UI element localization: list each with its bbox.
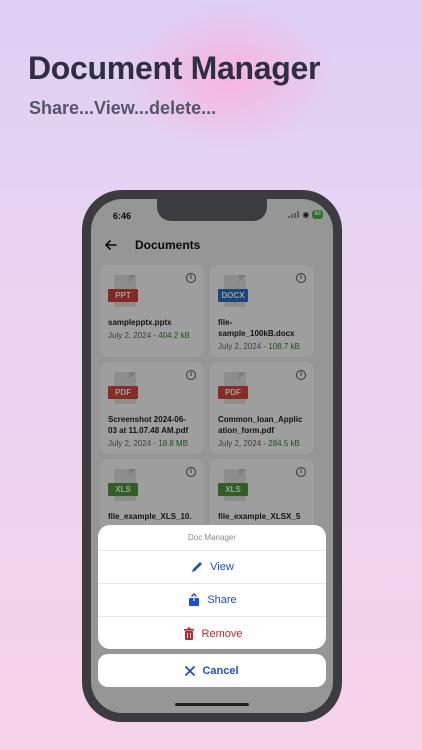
cancel-label: Cancel	[202, 664, 239, 677]
remove-label: Remove	[201, 627, 243, 640]
trash-icon	[183, 627, 194, 640]
share-icon	[189, 593, 200, 606]
home-indicator	[175, 703, 249, 706]
close-icon	[185, 665, 196, 676]
share-label: Share	[207, 594, 237, 606]
promo-subtitle: Share...View...delete...	[29, 98, 217, 118]
action-sheet-title: Doc Manager	[98, 525, 326, 551]
view-button[interactable]: View	[98, 551, 326, 584]
view-label: View	[210, 561, 234, 573]
action-sheet: Doc Manager View Share Remove	[98, 525, 326, 649]
pencil-icon	[192, 562, 203, 572]
phone-notch	[157, 199, 267, 221]
phone-frame: 6:46 ◉ 82 Documents PPT i samplepptx.ppt	[82, 190, 342, 722]
share-button[interactable]: Share	[98, 584, 326, 617]
phone-screen: 6:46 ◉ 82 Documents PPT i samplepptx.ppt	[91, 199, 333, 713]
remove-button[interactable]: Remove	[98, 617, 326, 649]
promo-title: Document Manager	[28, 50, 321, 86]
cancel-button[interactable]: Cancel	[98, 654, 326, 687]
